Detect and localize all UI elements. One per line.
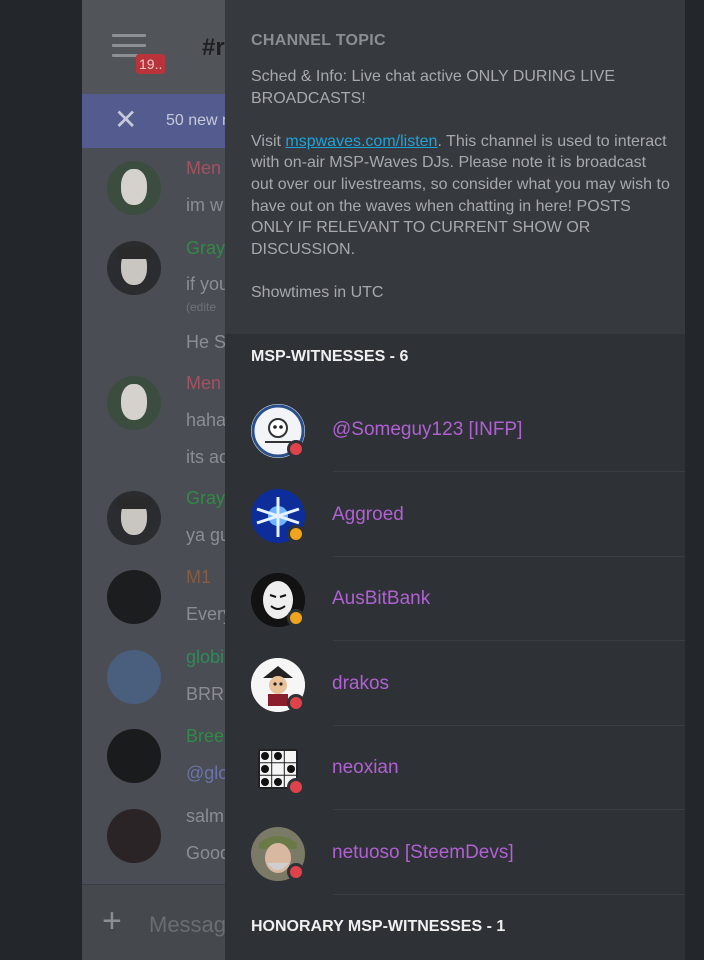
topic-line: Sched & Info: Live chat active ONLY DURI… [251, 68, 616, 107]
idle-status-icon [287, 525, 305, 543]
member-row[interactable]: AusBitBank [225, 557, 685, 641]
avatar[interactable] [107, 650, 161, 704]
avatar[interactable] [107, 809, 161, 863]
message-username[interactable]: globi [186, 647, 224, 668]
avatar[interactable] [107, 161, 161, 215]
channel-info-drawer: CHANNEL TOPIC Sched & Info: Live chat ac… [225, 0, 685, 960]
member-row[interactable]: drakos [225, 642, 685, 726]
channel-topic-heading: CHANNEL TOPIC [251, 32, 386, 49]
member-name[interactable]: AusBitBank [332, 588, 430, 610]
avatar[interactable] [107, 729, 161, 783]
topic-showtimes: Showtimes in UTC [251, 283, 384, 301]
member-name[interactable]: Aggroed [332, 504, 404, 526]
message-username[interactable]: Bree [186, 726, 224, 747]
avatar[interactable] [107, 376, 161, 430]
edited-label: (edite [186, 300, 217, 314]
message-username[interactable]: Men [186, 373, 221, 394]
avatar[interactable] [107, 491, 161, 545]
message-mention[interactable]: @glo [186, 763, 228, 784]
channel-topic-text: Sched & Info: Live chat active ONLY DURI… [251, 66, 671, 325]
divider [333, 471, 685, 472]
message-text: haha [186, 410, 227, 430]
idle-status-icon [287, 609, 305, 627]
member-row[interactable]: Aggroed [225, 473, 685, 557]
avatar[interactable] [107, 570, 161, 624]
member-row[interactable]: neoxian [225, 726, 685, 810]
message-text: salm [186, 806, 225, 826]
message-username[interactable]: Men [186, 158, 221, 179]
channel-topic-section: CHANNEL TOPIC Sched & Info: Live chat ac… [225, 0, 685, 334]
topic-paragraph: Visit mspwaves.com/listen. This channel … [251, 131, 671, 261]
divider [333, 809, 685, 810]
member-name[interactable]: neoxian [332, 757, 399, 779]
dnd-status-icon [287, 863, 305, 881]
plus-icon[interactable]: + [102, 904, 122, 938]
group-header-msp-witnesses: MSP-WITNESSES - 6 [251, 348, 409, 365]
dnd-status-icon [287, 694, 305, 712]
message-text: Good [186, 843, 231, 863]
message-username[interactable]: Gray [186, 238, 225, 259]
topic-visit: Visit [251, 132, 286, 150]
member-name[interactable]: netuoso [SteemDevs] [332, 842, 514, 864]
notification-badge: 19.. [136, 54, 166, 74]
close-icon[interactable]: ✕ [114, 106, 137, 134]
message-text: if you [186, 274, 230, 294]
member-name[interactable]: drakos [332, 673, 389, 695]
divider [333, 640, 685, 641]
chat-panel: 19.. #r ✕ 50 new m Men im w Gray if you … [82, 0, 242, 960]
member-row[interactable]: netuoso [SteemDevs] [225, 811, 685, 895]
member-name[interactable]: @Someguy123 [INFP] [332, 419, 522, 441]
message-username[interactable]: M1 [186, 567, 211, 588]
message-text: its ac [186, 447, 229, 467]
avatar[interactable] [107, 241, 161, 295]
channel-title: #r [202, 34, 225, 61]
message-text: ya gu [186, 525, 231, 545]
topic-link[interactable]: mspwaves.com/listen [285, 133, 437, 150]
dnd-status-icon [287, 778, 305, 796]
message-text: im w [186, 195, 223, 215]
topic-rest: . This channel is used to interact with … [251, 132, 670, 258]
group-header-honorary-msp-witnesses: HONORARY MSP-WITNESSES - 1 [251, 918, 506, 935]
dnd-status-icon [287, 440, 305, 458]
message-username[interactable]: Gray [186, 488, 225, 509]
divider [333, 894, 685, 895]
member-row[interactable]: @Someguy123 [INFP] [225, 388, 685, 472]
